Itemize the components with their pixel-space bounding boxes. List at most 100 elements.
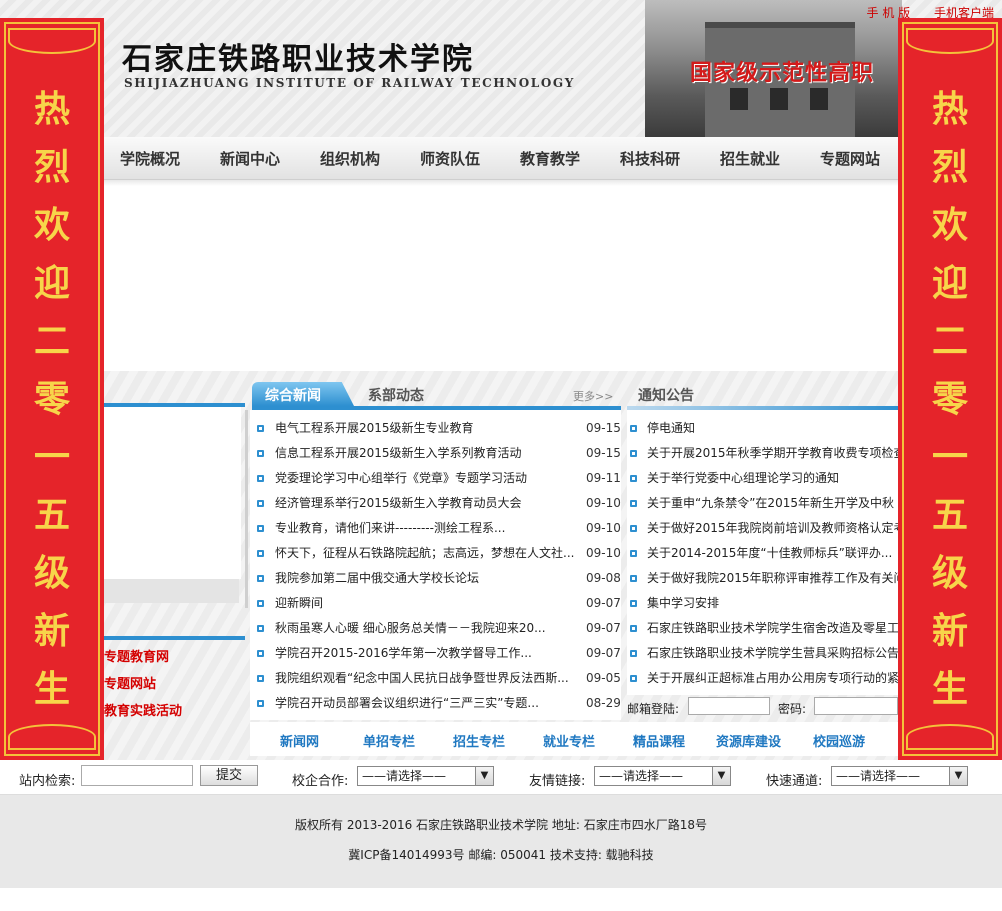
bullet-icon [630,575,637,582]
sublink-single-enrollment[interactable]: 单招专栏 [363,731,415,750]
bullet-icon [257,450,264,457]
news-item[interactable]: 党委理论学习中心组举行《党章》专题学习活动 09-11 [250,466,621,491]
nav-item-research[interactable]: 科技科研 [620,148,680,169]
notice-item-title[interactable]: 关于举行党委中心组理论学习的通知 [647,466,898,491]
news-item-title[interactable]: 我院参加第二届中俄交通大学校长论坛 [275,566,575,591]
nav-item-topics[interactable]: 专题网站 [820,148,880,169]
email-login-input[interactable] [688,697,770,715]
news-item-title[interactable]: 电气工程系开展2015级新生专业教育 [275,416,575,441]
news-item[interactable]: 迎新瞬间 09-07 [250,591,621,616]
site-search-input[interactable] [81,765,193,786]
password-label: 密码: [778,702,807,716]
notice-item-title[interactable]: 关于开展2015年秋季学期开学教育收费专项检查 [647,441,898,466]
notice-item[interactable]: 关于做好我院2015年职称评审推荐工作及有关问 [627,566,898,591]
couplet-char: 级 [931,552,968,594]
couplet-char: 新 [931,610,968,652]
nav-item-admission[interactable]: 招生就业 [720,148,780,169]
sublink-resources[interactable]: 资源库建设 [716,731,781,750]
sublink-news-site[interactable]: 新闻网 [280,731,319,750]
news-item-title[interactable]: 秋雨虽寒人心暖 细心服务总关情－－我院迎来20... [275,616,575,641]
left-link-topic-education[interactable]: 专题教育网 [104,646,169,665]
notice-item-title[interactable]: 停电通知 [647,416,898,441]
news-item[interactable]: 怀天下，征程从石铁路院起航；志高远，梦想在人文社... 09-10 [250,541,621,566]
notice-item-title[interactable]: 石家庄铁路职业技术学院学生宿舍改造及零星工 [647,616,898,641]
partner-select[interactable]: ——请选择—— ▼ [357,766,494,786]
news-item-title[interactable]: 专业教育，请他们来讲---------测绘工程系... [275,516,575,541]
news-item-date: 09-07 [586,646,621,660]
notice-item[interactable]: 石家庄铁路职业技术学院学生营具采购招标公告 [627,641,898,666]
left-link-topic-sites[interactable]: 专题网站 [104,673,156,692]
nav-item-teaching[interactable]: 教育教学 [520,148,580,169]
password-input[interactable] [814,697,898,715]
nav-item-about[interactable]: 学院概况 [120,148,180,169]
sublink-courses[interactable]: 精品课程 [633,731,685,750]
bullet-icon [630,675,637,682]
chevron-down-icon: ▼ [712,767,730,785]
gate-window [770,88,788,110]
search-submit-button[interactable]: 提交 [200,765,258,786]
copyright-line: 版权所有 2013-2016 石家庄铁路职业技术学院 地址: 石家庄市四水厂路1… [295,818,707,832]
notice-item[interactable]: 停电通知 [627,416,898,441]
news-item-title[interactable]: 怀天下，征程从石铁路院起航；志高远，梦想在人文社... [275,541,575,566]
school-name[interactable]: 石家庄铁路职业技术学院 [122,34,474,78]
couplet-char: 生 [33,668,70,710]
news-item-title[interactable]: 迎新瞬间 [275,591,575,616]
news-item-title[interactable]: 学院召开2015-2016学年第一次教学督导工作... [275,641,575,666]
news-item-title[interactable]: 党委理论学习中心组举行《党章》专题学习活动 [275,466,575,491]
email-login-label: 邮箱登陆: [627,702,680,716]
couplet-char: 新 [33,610,70,652]
news-item[interactable]: 我院参加第二届中俄交通大学校长论坛 09-08 [250,566,621,591]
news-item-date: 09-10 [586,521,621,535]
left-link-practice-activities[interactable]: 教育实践活动 [104,700,182,719]
news-item-title[interactable]: 信息工程系开展2015级新生入学系列教育活动 [275,441,575,466]
notice-item[interactable]: 石家庄铁路职业技术学院学生宿舍改造及零星工 [627,616,898,641]
couplet-text: 热 烈 欢 迎 二 零 一 五 级 新 生 [898,80,1002,718]
notice-item-title[interactable]: 关于做好我院2015年职称评审推荐工作及有关问 [647,566,898,591]
news-item-title[interactable]: 学院召开动员部署会议组织进行“三严三实”专题... [275,691,575,716]
friend-links-select[interactable]: ——请选择—— ▼ [594,766,731,786]
notice-item-title[interactable]: 集中学习安排 [647,591,898,616]
chevron-down-icon: ▼ [475,767,493,785]
news-item[interactable]: 电气工程系开展2015级新生专业教育 09-15 [250,416,621,441]
notice-item[interactable]: 关于举行党委中心组理论学习的通知 [627,466,898,491]
news-item[interactable]: 秋雨虽寒人心暖 细心服务总关情－－我院迎来20... 09-07 [250,616,621,641]
nav-item-faculty[interactable]: 师资队伍 [420,148,480,169]
couplet-char: 热 [33,88,70,130]
notice-item[interactable]: 关于开展纠正超标准占用办公用房专项行动的紧 [627,666,898,691]
notice-item[interactable]: 关于重申“九条禁令”在2015年新生开学及中秋 [627,491,898,516]
news-more-link[interactable]: 更多>> [573,388,613,404]
bullet-icon [630,450,637,457]
notice-item-title[interactable]: 关于做好2015年我院岗前培训及教师资格认定考 [647,516,898,541]
tab-department-news[interactable]: 系部动态 [368,385,424,405]
notice-item[interactable]: 关于2014-2015年度“十佳教师标兵”联评办... [627,541,898,566]
tab-general-news-label[interactable]: 综合新闻 [265,385,321,405]
header-slogan: 国家级示范性高职 [690,60,875,86]
main-nav: 学院概况 新闻中心 组织机构 师资队伍 教育教学 科技科研 招生就业 专题网站 [0,137,1002,180]
news-item[interactable]: 学院召开动员部署会议组织进行“三严三实”专题... 08-29 [250,691,621,716]
news-item[interactable]: 学院召开2015-2016学年第一次教学督导工作... 09-07 [250,641,621,666]
news-item[interactable]: 经济管理系举行2015级新生入学教育动员大会 09-10 [250,491,621,516]
sublink-employment[interactable]: 就业专栏 [543,731,595,750]
notice-item[interactable]: 关于开展2015年秋季学期开学教育收费专项检查 [627,441,898,466]
notice-item[interactable]: 关于做好2015年我院岗前培训及教师资格认定考 [627,516,898,541]
nav-item-organization[interactable]: 组织机构 [320,148,380,169]
news-item-title[interactable]: 我院组织观看“纪念中国人民抗日战争暨世界反法西斯... [275,666,575,691]
nav-item-news[interactable]: 新闻中心 [220,148,280,169]
quick-access-select[interactable]: ——请选择—— ▼ [831,766,968,786]
notice-item-title[interactable]: 关于开展纠正超标准占用办公用房专项行动的紧 [647,666,898,691]
notice-item-title[interactable]: 关于重申“九条禁令”在2015年新生开学及中秋 [647,491,898,516]
news-item[interactable]: 我院组织观看“纪念中国人民抗日战争暨世界反法西斯... 09-05 [250,666,621,691]
news-item[interactable]: 信息工程系开展2015级新生入学系列教育活动 09-15 [250,441,621,466]
footer: 版权所有 2013-2016 石家庄铁路职业技术学院 地址: 石家庄市四水厂路1… [0,795,1002,888]
column-divider [245,410,248,608]
notice-item[interactable]: 集中学习安排 [627,591,898,616]
news-item-date: 09-11 [586,471,621,485]
notice-item-title[interactable]: 关于2014-2015年度“十佳教师标兵”联评办... [647,541,898,566]
left-panel-strip [104,579,239,603]
sublink-campus-tour[interactable]: 校园巡游 [813,731,865,750]
news-item-title[interactable]: 经济管理系举行2015级新生入学教育动员大会 [275,491,575,516]
notice-item-title[interactable]: 石家庄铁路职业技术学院学生营具采购招标公告 [647,641,898,666]
couplet-char: 迎 [33,262,70,304]
sublink-admission[interactable]: 招生专栏 [453,731,505,750]
news-item[interactable]: 专业教育，请他们来讲---------测绘工程系... 09-10 [250,516,621,541]
